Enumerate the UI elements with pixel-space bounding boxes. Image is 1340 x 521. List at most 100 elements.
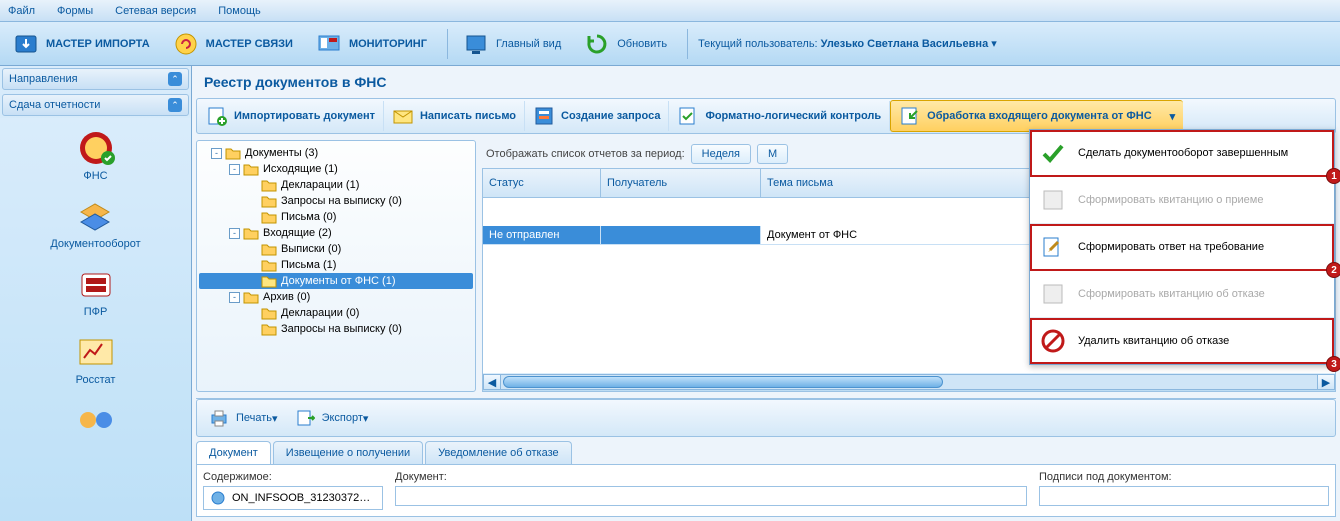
chevron-down-icon[interactable]: ▾ (991, 38, 997, 50)
tree-node[interactable]: -Архив (0) (199, 289, 473, 305)
delete-icon (1040, 328, 1066, 354)
sidebar-item-pfr[interactable]: ПФР (74, 264, 118, 318)
link-icon (172, 30, 200, 58)
import-document-button[interactable]: Импортировать документ (198, 101, 384, 131)
menu-forms[interactable]: Формы (57, 5, 93, 17)
folder-icon (261, 194, 277, 208)
tree-node-label: Запросы на выписку (0) (281, 195, 402, 207)
tab-rejection[interactable]: Уведомление об отказе (425, 441, 571, 464)
expand-icon[interactable]: - (229, 228, 240, 239)
document-tree[interactable]: -Документы (3)-Исходящие (1)Декларации (… (196, 140, 476, 392)
scroll-thumb[interactable] (503, 376, 943, 388)
horizontal-scrollbar[interactable]: ◀ ▶ (483, 373, 1335, 391)
screen-icon (462, 30, 490, 58)
content-file-field[interactable]: ON_INFSOOB_312303729351 (203, 486, 383, 510)
write-letter-button[interactable]: Написать письмо (384, 101, 525, 131)
chevron-up-icon[interactable]: ⌃ (168, 98, 182, 112)
main-view-button[interactable]: Главный вид (454, 28, 569, 60)
folder-icon (261, 274, 277, 288)
tree-node-label: Документы (3) (245, 147, 318, 159)
folder-icon (243, 290, 259, 304)
incoming-processing-button[interactable]: Обработка входящего документа от ФНС ▾ (890, 100, 1183, 132)
globe-icon (210, 490, 226, 506)
dropdown-item-response[interactable]: Сформировать ответ на требование 2 (1030, 224, 1334, 271)
folder-icon (261, 210, 277, 224)
receipt-icon (1040, 187, 1066, 213)
dropdown-item-complete[interactable]: Сделать документооборот завершенным 1 (1030, 130, 1334, 177)
chevron-down-icon: ▾ (272, 412, 278, 425)
response-icon (1040, 234, 1066, 260)
menu-file[interactable]: Файл (8, 5, 35, 17)
dropdown-item-delete-reject[interactable]: Удалить квитанцию об отказе 3 (1030, 318, 1334, 364)
create-request-button[interactable]: Создание запроса (525, 101, 669, 131)
menu-help[interactable]: Помощь (218, 5, 261, 17)
detail-panel: Печать ▾ Экспорт ▾ Документ Извещение о … (196, 398, 1336, 517)
tree-node[interactable]: - Документы (3) (199, 145, 473, 161)
tab-document[interactable]: Документ (196, 441, 271, 464)
sidebar-item-label: ФНС (83, 170, 107, 182)
sidebar-item-fns[interactable]: ФНС (74, 128, 118, 182)
menu-network[interactable]: Сетевая версия (115, 5, 196, 17)
sidebar-item-label: Документооборот (50, 238, 140, 250)
tree-node-label: Исходящие (1) (263, 163, 338, 175)
flc-button[interactable]: Форматно-логический контроль (669, 101, 890, 131)
chevron-down-icon: ▾ (363, 412, 369, 425)
tree-node[interactable]: Письма (0) (199, 209, 473, 225)
reporting-panel-header[interactable]: Сдача отчетности ⌃ (2, 94, 189, 116)
tree-node[interactable]: -Входящие (2) (199, 225, 473, 241)
sidebar-item-rosstat[interactable]: Росстат (74, 332, 118, 386)
dropdown-item-receipt: Сформировать квитанцию о приеме (1030, 177, 1334, 224)
registry-title: Реестр документов в ФНС (196, 70, 1336, 98)
export-button[interactable]: Экспорт ▾ (286, 403, 377, 433)
chevron-up-icon[interactable]: ⌃ (168, 72, 182, 86)
fns-icon (74, 128, 118, 168)
tree-node[interactable]: Декларации (0) (199, 305, 473, 321)
main-toolbar: МАСТЕР ИМПОРТА МАСТЕР СВЯЗИ МОНИТОРИНГ Г… (0, 22, 1340, 66)
tree-node[interactable]: - Исходящие (1) (199, 161, 473, 177)
tree-node[interactable]: Запросы на выписку (0) (199, 193, 473, 209)
expand-icon[interactable]: - (229, 292, 240, 303)
col-recipient[interactable]: Получатель (601, 169, 761, 197)
signatures-field[interactable] (1039, 486, 1329, 506)
period-month-button[interactable]: М (757, 144, 788, 164)
period-week-button[interactable]: Неделя (691, 144, 751, 164)
expand-icon[interactable]: - (211, 148, 222, 159)
period-label: Отображать список отчетов за период: (486, 148, 685, 160)
detail-tabs: Документ Извещение о получении Уведомлен… (196, 441, 1336, 464)
reject-icon (1040, 281, 1066, 307)
tree-node[interactable]: Документы от ФНС (1) (199, 273, 473, 289)
pfr-icon (74, 264, 118, 304)
tree-node-label: Декларации (0) (281, 307, 359, 319)
sidebar: Направления ⌃ Сдача отчетности ⌃ ФНС Док… (0, 66, 192, 521)
refresh-icon (583, 30, 611, 58)
checkmark-icon (1040, 140, 1066, 166)
tree-node[interactable]: Декларации (1) (199, 177, 473, 193)
rosstat-icon (74, 332, 118, 372)
col-status[interactable]: Статус (483, 169, 601, 197)
scroll-right-icon[interactable]: ▶ (1317, 374, 1335, 390)
document-field[interactable] (395, 486, 1027, 506)
directions-panel-header[interactable]: Направления ⌃ (2, 68, 189, 90)
monitoring-button[interactable]: МОНИТОРИНГ (307, 28, 435, 60)
export-icon (294, 407, 316, 429)
step-badge: 3 (1326, 356, 1340, 372)
request-icon (533, 105, 555, 127)
incoming-dropdown-menu: Сделать документооборот завершенным 1 Сф… (1029, 129, 1335, 365)
expand-icon[interactable]: - (229, 164, 240, 175)
sidebar-item-more[interactable] (74, 400, 118, 442)
sidebar-item-docflow[interactable]: Документооборот (50, 196, 140, 250)
tree-node[interactable]: Запросы на выписку (0) (199, 321, 473, 337)
import-master-button[interactable]: МАСТЕР ИМПОРТА (4, 28, 158, 60)
tab-notice[interactable]: Извещение о получении (273, 441, 423, 464)
chevron-down-icon: ▾ (1170, 110, 1176, 123)
signatures-label: Подписи под документом: (1039, 471, 1329, 483)
link-master-button[interactable]: МАСТЕР СВЯЗИ (164, 28, 301, 60)
more-icon (74, 400, 118, 440)
dropdown-item-reject-receipt: Сформировать квитанцию об отказе (1030, 271, 1334, 318)
print-button[interactable]: Печать ▾ (200, 403, 286, 433)
refresh-button[interactable]: Обновить (575, 28, 675, 60)
tree-node[interactable]: Письма (1) (199, 257, 473, 273)
menubar: Файл Формы Сетевая версия Помощь (0, 0, 1340, 22)
tree-node[interactable]: Выписки (0) (199, 241, 473, 257)
scroll-left-icon[interactable]: ◀ (483, 374, 501, 390)
